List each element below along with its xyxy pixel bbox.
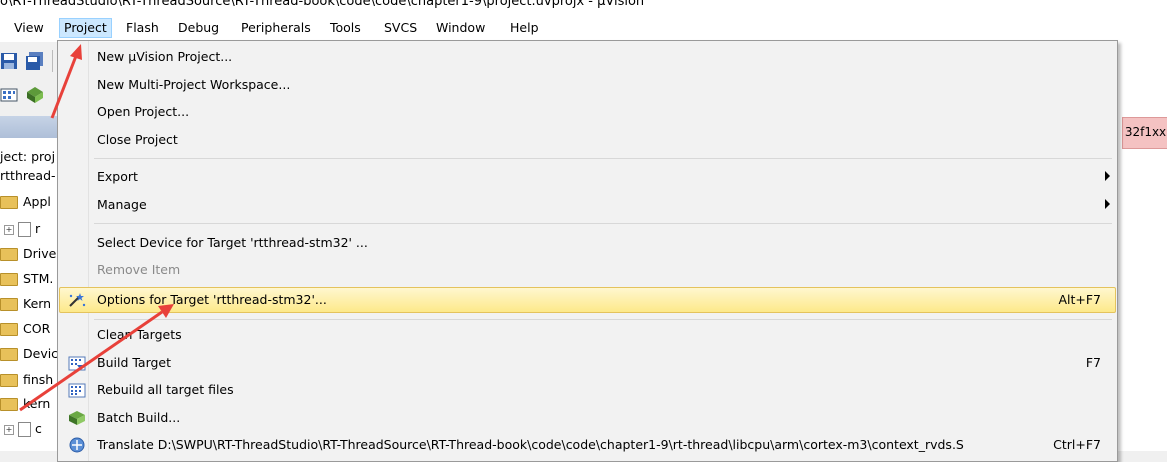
- annotation-arrowhead: [70, 44, 82, 60]
- annotation-arrowhead: [158, 304, 174, 318]
- annotation-arrow-to-project-menu: [50, 55, 78, 119]
- annotation-arrows: [19, 44, 174, 412]
- annotation-arrow-to-options: [19, 310, 163, 412]
